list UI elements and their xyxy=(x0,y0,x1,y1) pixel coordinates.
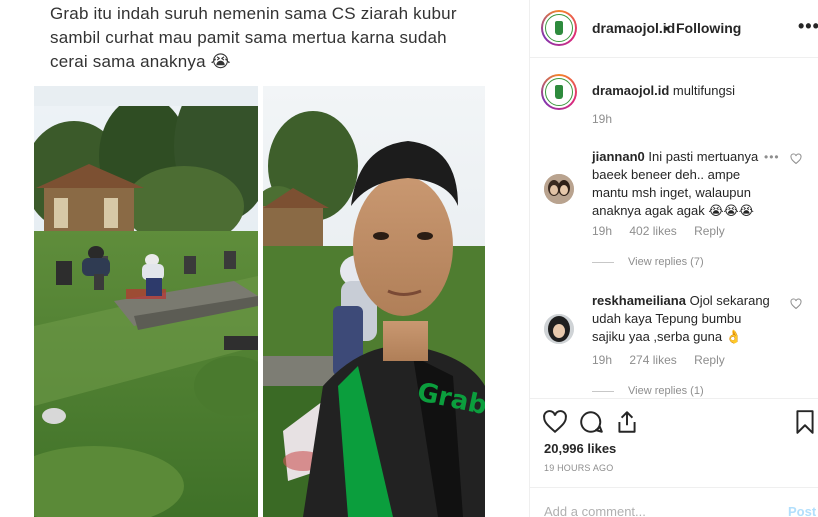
replies-line xyxy=(592,261,614,263)
comment-time: 19h xyxy=(592,224,613,238)
view-replies-button[interactable]: View replies (1) xyxy=(592,385,704,397)
post-media: Grab itu indah suruh nemenin sama CS zia… xyxy=(0,0,529,517)
post-button[interactable]: Post xyxy=(788,504,816,517)
cemetery-photo xyxy=(34,86,258,517)
likes-count[interactable]: 20,996 likes xyxy=(544,441,616,456)
view-replies-button[interactable]: View replies (7) xyxy=(592,256,704,268)
reply-button[interactable]: Reply xyxy=(694,353,725,367)
account-avatar[interactable] xyxy=(541,10,577,46)
comment-meta: 19h 274 likes Reply xyxy=(592,353,739,367)
comment-username[interactable]: jiannan0 xyxy=(592,149,645,164)
caption-avatar[interactable] xyxy=(541,74,577,110)
comment-likes[interactable]: 274 likes xyxy=(629,353,676,367)
comment-input[interactable]: Add a comment... xyxy=(544,504,646,517)
bookmark-icon[interactable] xyxy=(792,409,818,435)
caption-body: multifungsi xyxy=(672,83,736,98)
comment-icon[interactable] xyxy=(578,409,604,435)
caption-comment-text: dramaojol.id multifungsi xyxy=(592,82,772,100)
selfie-photo: Grab xyxy=(263,86,485,517)
replies-line xyxy=(592,390,614,392)
commenter-avatar[interactable] xyxy=(544,314,574,344)
post-timestamp: 19 HOURS AGO xyxy=(544,463,614,473)
view-replies-label: View replies (1) xyxy=(628,385,704,397)
post-caption: Grab itu indah suruh nemenin sama CS zia… xyxy=(50,4,457,71)
post-header: dramaojol.id • Following ••• xyxy=(530,0,818,58)
comment-username[interactable]: reskhameiliana xyxy=(592,293,686,308)
header-dot: • xyxy=(664,20,669,36)
caption-time: 19h xyxy=(592,112,613,126)
caption-username[interactable]: dramaojol.id xyxy=(592,83,669,98)
more-options-icon[interactable]: ••• xyxy=(798,16,818,37)
like-heart-icon[interactable] xyxy=(542,409,568,435)
view-replies-label: View replies (7) xyxy=(628,256,704,268)
comment-options-icon[interactable]: ••• xyxy=(764,150,780,164)
comment-meta: 19h 402 likes Reply xyxy=(592,224,739,238)
header-username[interactable]: dramaojol.id xyxy=(592,20,675,36)
bottle-logo-icon xyxy=(555,21,563,35)
commenter-avatar[interactable] xyxy=(544,174,574,204)
share-icon[interactable] xyxy=(614,409,640,435)
like-comment-heart-icon[interactable] xyxy=(790,298,802,310)
post-side-panel: dramaojol.id • Following ••• dramaojol.i… xyxy=(530,0,818,517)
reply-button[interactable]: Reply xyxy=(694,224,725,238)
bottle-logo-icon xyxy=(555,85,563,99)
comment-likes[interactable]: 402 likes xyxy=(629,224,676,238)
comment-text: reskhameiliana Ojol sekarang udah kaya T… xyxy=(592,292,772,346)
add-comment-bar: Add a comment... Post xyxy=(530,487,818,517)
comment-text: jiannan0 Ini pasti mertuanya baeek benee… xyxy=(592,148,772,220)
comment-time: 19h xyxy=(592,353,613,367)
like-comment-heart-icon[interactable] xyxy=(790,153,802,165)
following-button[interactable]: Following xyxy=(676,20,741,36)
post-actions: 20,996 likes 19 HOURS AGO Add a comment.… xyxy=(530,398,818,517)
